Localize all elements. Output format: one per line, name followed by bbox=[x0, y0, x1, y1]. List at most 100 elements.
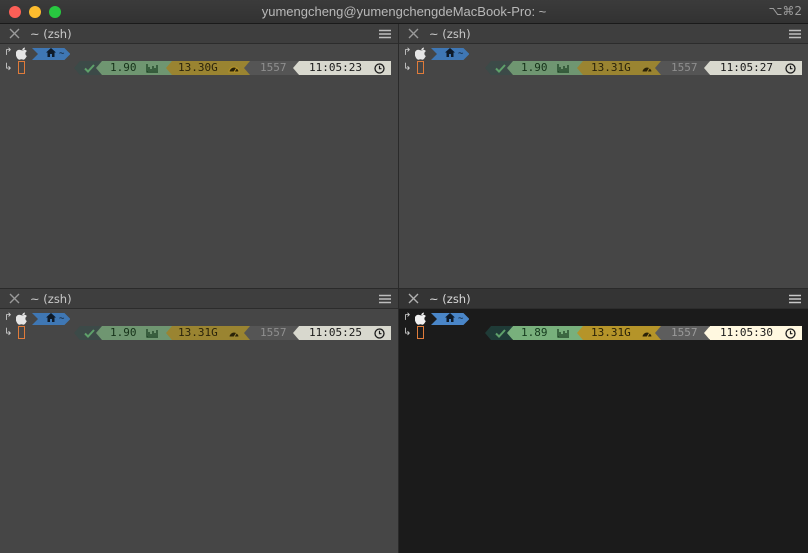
bar-chart-icon bbox=[557, 329, 569, 338]
hamburger-menu-icon[interactable] bbox=[789, 294, 801, 304]
corner-arrow-up-icon: ↱ bbox=[4, 312, 13, 323]
directory-segment: ~ bbox=[431, 48, 469, 60]
bar-chart-icon bbox=[557, 64, 569, 73]
load-average: 1.90 bbox=[110, 61, 137, 74]
terminal-content[interactable]: ↱ ~ ↳ 1.90 13.30G 1557 11:05:23 bbox=[4, 46, 398, 76]
clock-time: 11:05:30 bbox=[720, 326, 773, 339]
pane-title: ~ (zsh) bbox=[429, 292, 471, 306]
corner-arrow-down-icon: ↳ bbox=[403, 62, 412, 73]
prompt-line-1: ↱ ~ bbox=[4, 46, 398, 61]
bar-chart-icon bbox=[146, 329, 158, 338]
terminal-content[interactable]: ↱ ~ ↳ 1.90 13.31G bbox=[403, 46, 808, 76]
directory-label: ~ bbox=[458, 49, 464, 59]
load-average: 1.90 bbox=[110, 326, 137, 339]
corner-arrow-up-icon: ↱ bbox=[403, 312, 412, 323]
history-count: 1557 bbox=[671, 61, 698, 74]
terminal-content[interactable]: ↱ ~ ↳ 1.90 13.31G bbox=[4, 311, 398, 341]
history-segment: 1557 bbox=[655, 61, 709, 75]
pane-header: ~ (zsh) bbox=[399, 289, 808, 309]
prompt-line-1: ↱ ~ bbox=[4, 311, 398, 326]
pane-title: ~ (zsh) bbox=[30, 292, 72, 306]
home-icon bbox=[445, 48, 455, 57]
check-icon bbox=[495, 329, 506, 338]
history-count: 1557 bbox=[260, 61, 287, 74]
directory-segment: ~ bbox=[32, 313, 70, 325]
check-icon bbox=[84, 329, 95, 338]
directory-segment: ~ bbox=[431, 313, 469, 325]
home-icon bbox=[445, 313, 455, 322]
apple-icon bbox=[16, 47, 28, 60]
apple-icon bbox=[16, 312, 28, 325]
hamburger-menu-icon[interactable] bbox=[789, 29, 801, 39]
corner-arrow-down-icon: ↳ bbox=[4, 62, 13, 73]
terminal-pane-top-left[interactable]: ~ (zsh) ↱ ~ ↳ 1.90 13.30G 1557 11:05:23 bbox=[0, 24, 398, 288]
clock-icon bbox=[785, 328, 796, 339]
terminal-pane-top-right[interactable]: ~ (zsh) ↱ ~ ↳ 1.90 13.31G 1557 11:05:27 bbox=[399, 24, 808, 288]
terminal-pane-bottom-left[interactable]: ~ (zsh) ↱ ~ ↳ 1.90 13.31G 1557 11:05:25 bbox=[0, 289, 398, 553]
clock-time: 11:05:27 bbox=[720, 61, 773, 74]
pane-header: ~ (zsh) bbox=[0, 289, 398, 309]
text-cursor bbox=[18, 61, 25, 74]
corner-arrow-down-icon: ↳ bbox=[403, 327, 412, 338]
terminal-pane-bottom-right[interactable]: ~ (zsh) ↱ ~ ↳ 1.89 13.31G 1557 11:05:30 bbox=[399, 289, 808, 553]
history-segment: 1557 bbox=[655, 326, 709, 340]
directory-label: ~ bbox=[59, 314, 65, 324]
window-shortcut: ⌥⌘2 bbox=[768, 4, 802, 18]
home-icon bbox=[46, 313, 56, 322]
terminal-content[interactable]: ↱ ~ ↳ 1.89 13.31G 1557 11:05:30 bbox=[403, 311, 808, 341]
window-title: yumengcheng@yumengchengdeMacBook-Pro: ~ bbox=[261, 4, 547, 19]
bar-chart-icon bbox=[146, 64, 158, 73]
time-segment: 11:05:23 bbox=[293, 61, 391, 75]
hamburger-menu-icon[interactable] bbox=[379, 29, 391, 39]
history-count: 1557 bbox=[260, 326, 287, 339]
prompt-line-2: ↳ 1.90 13.31G 1557 bbox=[4, 326, 398, 341]
terminal-window: yumengcheng@yumengchengdeMacBook-Pro: ~ … bbox=[0, 0, 808, 553]
check-icon bbox=[84, 64, 95, 73]
ram-segment: 13.30G bbox=[166, 61, 250, 75]
speedometer-icon bbox=[228, 331, 240, 338]
check-icon bbox=[495, 64, 506, 73]
speedometer-icon bbox=[641, 66, 653, 73]
load-segment: 1.90 bbox=[507, 61, 583, 75]
text-cursor bbox=[18, 326, 25, 339]
close-icon[interactable] bbox=[407, 292, 420, 305]
ram-usage: 13.31G bbox=[591, 326, 631, 339]
prompt-line-1: ↱ ~ bbox=[403, 46, 808, 61]
load-segment: 1.90 bbox=[96, 326, 172, 340]
speedometer-icon bbox=[641, 331, 653, 338]
title-bar[interactable]: yumengcheng@yumengchengdeMacBook-Pro: ~ … bbox=[0, 0, 808, 24]
ram-segment: 13.31G bbox=[577, 61, 661, 75]
history-count: 1557 bbox=[671, 326, 698, 339]
directory-segment: ~ bbox=[32, 48, 70, 60]
text-cursor bbox=[417, 61, 424, 74]
apple-icon bbox=[415, 47, 427, 60]
clock-time: 11:05:25 bbox=[309, 326, 362, 339]
home-icon bbox=[46, 48, 56, 57]
close-icon[interactable] bbox=[8, 292, 21, 305]
directory-label: ~ bbox=[458, 314, 464, 324]
prompt-line-1: ↱ ~ bbox=[403, 311, 808, 326]
prompt-line-2: ↳ 1.90 13.31G 1557 bbox=[403, 61, 808, 76]
load-average: 1.90 bbox=[521, 61, 548, 74]
close-icon[interactable] bbox=[8, 27, 21, 40]
ram-usage: 13.30G bbox=[178, 61, 218, 74]
speedometer-icon bbox=[228, 66, 240, 73]
ram-usage: 13.31G bbox=[591, 61, 631, 74]
pane-header: ~ (zsh) bbox=[0, 24, 398, 44]
ram-segment: 13.31G bbox=[166, 326, 250, 340]
load-average: 1.89 bbox=[521, 326, 548, 339]
close-icon[interactable] bbox=[407, 27, 420, 40]
prompt-line-2: ↳ 1.90 13.30G 1557 11:05:23 bbox=[4, 61, 398, 76]
hamburger-menu-icon[interactable] bbox=[379, 294, 391, 304]
time-segment: 11:05:25 bbox=[293, 326, 391, 340]
prompt-line-2: ↳ 1.89 13.31G 1557 11:05:30 bbox=[403, 326, 808, 341]
text-cursor bbox=[417, 326, 424, 339]
ram-segment: 13.31G bbox=[577, 326, 661, 340]
clock-icon bbox=[374, 328, 385, 339]
clock-icon bbox=[374, 63, 385, 74]
corner-arrow-up-icon: ↱ bbox=[4, 47, 13, 58]
load-segment: 1.89 bbox=[507, 326, 583, 340]
history-segment: 1557 bbox=[244, 61, 298, 75]
time-segment: 11:05:30 bbox=[704, 326, 802, 340]
ram-usage: 13.31G bbox=[178, 326, 218, 339]
